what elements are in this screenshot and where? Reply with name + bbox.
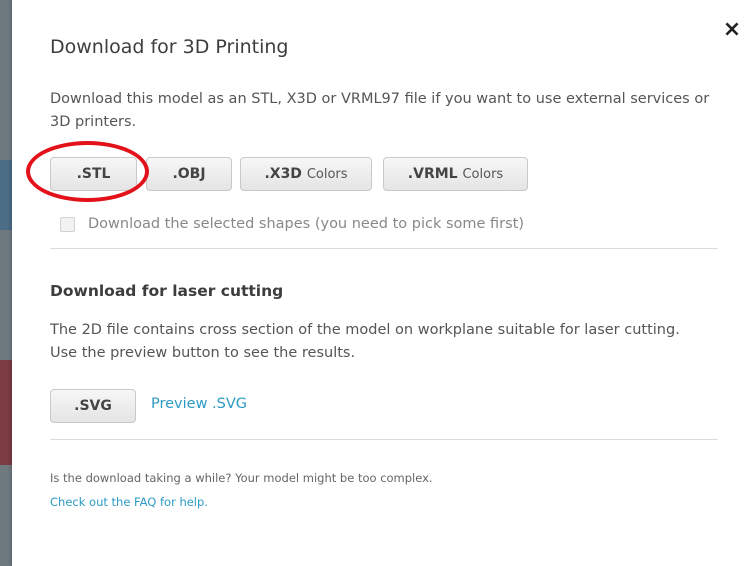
footer-note: Is the download taking a while? Your mod… xyxy=(50,471,433,485)
selected-shapes-option: Download the selected shapes (you need t… xyxy=(60,216,524,232)
selected-shapes-checkbox[interactable] xyxy=(60,216,75,232)
divider xyxy=(50,248,718,249)
laser-section-title: Download for laser cutting xyxy=(50,282,284,300)
background-band xyxy=(0,160,12,230)
faq-link[interactable]: Check out the FAQ for help. xyxy=(50,495,208,509)
download-dialog: × Download for 3D Printing Download this… xyxy=(12,0,745,566)
obj-button[interactable]: .OBJ xyxy=(146,157,232,191)
vrml-button-label: .VRML xyxy=(407,166,458,182)
print-description: Download this model as an STL, X3D or VR… xyxy=(50,91,710,130)
laser-description: The 2D file contains cross section of th… xyxy=(50,322,680,361)
svg-button[interactable]: .SVG xyxy=(50,389,136,423)
selected-shapes-label: Download the selected shapes (you need t… xyxy=(88,216,525,232)
vrml-button-sublabel: Colors xyxy=(462,167,504,182)
divider xyxy=(50,439,718,440)
dialog-title: Download for 3D Printing xyxy=(50,36,289,58)
x3d-button-sublabel: Colors xyxy=(306,167,348,182)
stl-button[interactable]: .STL xyxy=(50,157,137,191)
close-icon[interactable]: × xyxy=(720,18,744,42)
background-band xyxy=(0,360,12,465)
x3d-colors-button[interactable]: .X3D Colors xyxy=(240,157,372,191)
page: × Download for 3D Printing Download this… xyxy=(0,0,745,566)
preview-svg-link[interactable]: Preview .SVG xyxy=(151,396,247,412)
background-strip xyxy=(0,0,12,566)
vrml-colors-button[interactable]: .VRML Colors xyxy=(383,157,528,191)
x3d-button-label: .X3D xyxy=(264,166,302,182)
